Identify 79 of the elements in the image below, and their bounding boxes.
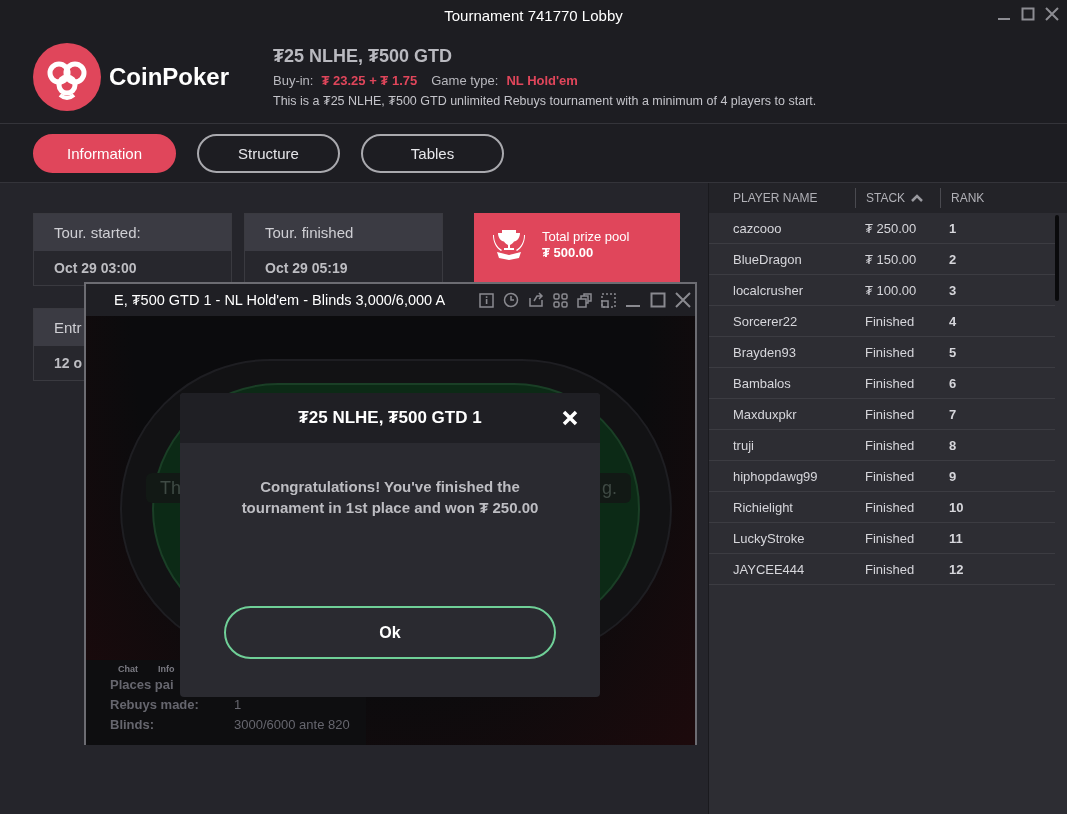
card-value: Oct 29 05:19 — [264, 259, 349, 278]
table-cell-text: Finished — [864, 344, 916, 360]
table-cell-text: Finished — [864, 530, 916, 546]
table-cell-text: 4 — [948, 313, 957, 329]
resize-icon[interactable] — [601, 292, 616, 308]
trophy-icon — [490, 227, 528, 261]
tournament-title: ₮25 NLHE, ₮500 GTD — [273, 45, 454, 67]
table-cell-text: 3 — [948, 282, 957, 298]
table-cell-text: 11 — [948, 530, 963, 546]
window-title: Tournament 741770 Lobby — [444, 6, 623, 24]
dialog-title: ₮25 NLHE, ₮500 GTD 1 — [298, 408, 482, 428]
table-cell-text: hiphopdawg99 — [732, 468, 819, 484]
tab[interactable]: Tables — [361, 133, 504, 173]
brand-name: CoinPoker — [109, 62, 230, 91]
table-cell-text: Finished — [864, 375, 916, 391]
game-type-label: Game type: — [431, 72, 499, 88]
tournament-description: This is a ₮25 NLHE, ₮500 GTD unlimited Rebuys tournament with a minimum of 4 players to start. — [273, 93, 817, 108]
panel-tab[interactable]: Chat — [118, 664, 138, 674]
tab[interactable]: Structure — [197, 133, 340, 173]
table-cell-text: 2 — [948, 251, 957, 267]
table-cell-text: 1 — [948, 220, 957, 236]
clock-icon[interactable] — [503, 292, 519, 308]
table-window-title: E, ₮500 GTD 1 - NL Hold'em - Blinds 3,000/6,000 A — [114, 292, 447, 308]
table-cell-text: Finished — [864, 406, 916, 422]
card-value: 12 o — [53, 354, 83, 373]
table-cell-text: 12 — [948, 561, 964, 577]
column-header[interactable]: RANK — [940, 188, 985, 208]
grid-icon[interactable] — [553, 292, 568, 308]
table-cell-text: 5 — [948, 344, 957, 360]
table-cell-text: Maxduxpkr — [732, 406, 798, 422]
table-cell-text: 6 — [948, 375, 957, 391]
card-label: Tour. started: — [34, 214, 231, 251]
table-cell-text: Finished — [864, 468, 916, 484]
prize-pool-label: Total prize pool — [542, 228, 630, 244]
table-cell-text: 8 — [948, 437, 957, 453]
table-cell-text: Finished — [864, 561, 916, 577]
table-cell-text: Richielight — [732, 499, 794, 515]
stat-value: 1 — [234, 696, 242, 712]
tab[interactable]: Information — [33, 133, 176, 173]
table-cell-text: localcrusher — [732, 282, 805, 298]
buy-in-label: Buy-in: — [273, 72, 314, 88]
info-icon[interactable] — [479, 292, 494, 308]
windows-icon[interactable] — [577, 292, 592, 308]
scrollbar-thumb[interactable] — [1055, 215, 1059, 301]
logo-icon — [33, 42, 101, 111]
table-cell-text: Bambalos — [732, 375, 792, 391]
table-cell-text: Sorcerer22 — [732, 313, 799, 329]
buy-in-value: ₮ 23.25 + ₮ 1.75 — [321, 72, 418, 88]
maximize-icon[interactable] — [1021, 7, 1035, 21]
share-icon[interactable] — [528, 292, 544, 308]
stat-label: Blinds: — [110, 716, 156, 732]
panel-tab[interactable]: Info — [158, 664, 175, 674]
column-header[interactable]: PLAYER NAME — [709, 188, 855, 208]
column-header[interactable]: STACK — [855, 188, 940, 208]
table-cell-text: Finished — [864, 499, 916, 515]
stat-label: Rebuys made: — [110, 696, 200, 712]
table-cell-text: ₮ 150.00 — [864, 251, 918, 267]
table-cell-text: cazcooo — [732, 220, 783, 236]
table-cell-text: 7 — [948, 406, 957, 422]
card-label: Tour. finished — [245, 214, 442, 251]
table-cell-text: ₮ 100.00 — [864, 282, 918, 298]
table-cell-text: Brayden93 — [732, 344, 797, 360]
table-cell-text: Finished — [864, 437, 916, 453]
table-cell-text: LuckyStroke — [732, 530, 806, 546]
table-cell-text: JAYCEE444 — [732, 561, 806, 577]
maximize-icon[interactable] — [650, 292, 666, 308]
ok-button[interactable]: Ok — [224, 606, 556, 659]
dialog-message: Congratulations! You've finished the tournament in 1st place and won ₮ 250.00 — [240, 477, 540, 518]
stat-value: 3000/6000 ante 820 — [234, 716, 350, 732]
stat-label: Places pai — [110, 676, 175, 692]
game-type-value: NL Hold'em — [506, 72, 578, 88]
table-cell-text: BlueDragon — [732, 251, 803, 267]
table-cell-text: truji — [732, 437, 755, 453]
table-cell-text: ₮ 250.00 — [864, 220, 918, 236]
table-cell-text: Finished — [864, 313, 916, 329]
card-value: Oct 29 03:00 — [53, 259, 138, 278]
prize-pool-amount: ₮ 500.00 — [542, 244, 595, 260]
table-cell-text: 9 — [948, 468, 957, 484]
table-cell-text: 10 — [948, 499, 964, 515]
